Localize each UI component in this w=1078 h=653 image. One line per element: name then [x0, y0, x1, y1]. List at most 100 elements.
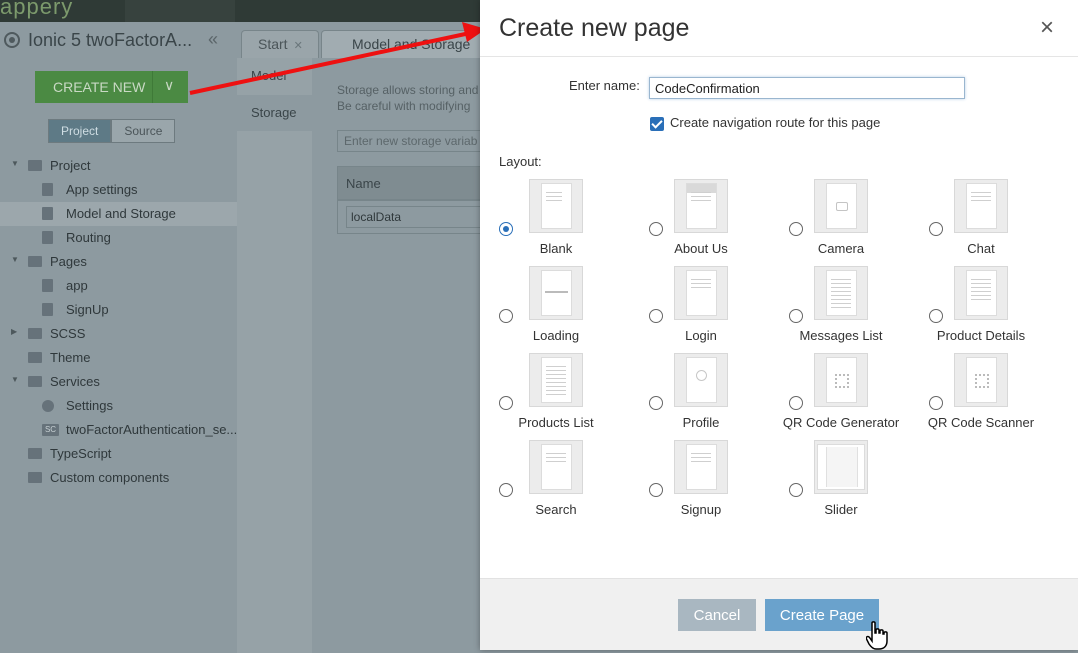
layout-option-about[interactable]: About Us: [649, 179, 789, 264]
expanded-arrow-icon[interactable]: ▼: [11, 159, 19, 168]
collapsed-arrow-icon[interactable]: ▶: [11, 327, 17, 336]
layout-option-chat[interactable]: Chat: [929, 179, 1069, 264]
layout-label-text: Signup: [680, 502, 722, 517]
layout-thumbnail[interactable]: [674, 266, 728, 320]
tab-model-storage[interactable]: Model and Storage: [321, 30, 491, 58]
panel-tabs: Project Source: [48, 119, 176, 143]
layout-option-signup[interactable]: Signup: [649, 440, 789, 525]
layout-radio[interactable]: [499, 483, 513, 497]
tree-item-label: Custom components: [50, 470, 170, 485]
gear-icon: [42, 400, 54, 412]
layout-thumbnail[interactable]: [954, 179, 1008, 233]
tree-item[interactable]: Settings: [0, 394, 237, 418]
layout-label-text: Search: [535, 502, 577, 517]
layout-label-text: Blank: [539, 241, 573, 256]
layout-thumbnail[interactable]: [529, 353, 583, 407]
tree-item[interactable]: Theme: [0, 346, 237, 370]
layout-radio[interactable]: [649, 222, 663, 236]
layout-label-text: Profile: [682, 415, 720, 430]
layout-option-products[interactable]: Products List: [499, 353, 639, 438]
expanded-arrow-icon[interactable]: ▼: [11, 375, 19, 384]
tab-start-label: Start: [258, 36, 288, 52]
storage-subnav: Model Storage: [237, 58, 312, 653]
tab-project[interactable]: Project: [48, 119, 112, 143]
layout-option-messages[interactable]: Messages List: [789, 266, 929, 351]
layout-radio[interactable]: [649, 483, 663, 497]
create-page-button[interactable]: Create Page: [765, 599, 879, 631]
tree-item[interactable]: app: [0, 274, 237, 298]
layout-radio[interactable]: [789, 309, 803, 323]
layout-option-slider[interactable]: Slider: [789, 440, 929, 525]
layout-thumbnail[interactable]: [529, 440, 583, 494]
tree-item[interactable]: TypeScript: [0, 442, 237, 466]
tree-item[interactable]: Custom components: [0, 466, 237, 490]
layout-thumbnail[interactable]: [529, 179, 583, 233]
tree-item[interactable]: ▶ SCSS: [0, 322, 237, 346]
subnav-storage[interactable]: Storage: [237, 95, 312, 131]
layout-radio[interactable]: [929, 396, 943, 410]
close-tab-icon[interactable]: ✕: [294, 40, 303, 52]
tree-item[interactable]: ▼ Project: [0, 154, 237, 178]
layout-thumbnail[interactable]: [674, 440, 728, 494]
layout-thumbnail[interactable]: [814, 440, 868, 494]
layout-thumbnail[interactable]: [814, 353, 868, 407]
create-new-label: CREATE NEW: [53, 79, 146, 95]
layout-thumbnail[interactable]: [954, 266, 1008, 320]
layout-option-loading[interactable]: Loading: [499, 266, 639, 351]
subnav-model[interactable]: Model: [237, 58, 312, 94]
collapse-sidebar-icon[interactable]: «: [208, 29, 218, 50]
layout-radio[interactable]: [929, 309, 943, 323]
layout-radio[interactable]: [499, 396, 513, 410]
layout-thumbnail[interactable]: [954, 353, 1008, 407]
nav-route-checkbox[interactable]: [650, 117, 664, 131]
tab-start[interactable]: Start ✕: [241, 30, 319, 58]
tree-item[interactable]: ▼ Pages: [0, 250, 237, 274]
close-icon[interactable]: ×: [1040, 16, 1054, 40]
create-new-dropdown[interactable]: ∨: [152, 71, 188, 103]
layout-option-product[interactable]: Product Details: [929, 266, 1069, 351]
layout-radio[interactable]: [789, 222, 803, 236]
layout-option-qrscan[interactable]: QR Code Scanner: [928, 353, 1069, 438]
storage-name-field[interactable]: localData: [346, 206, 481, 228]
tree-item[interactable]: Model and Storage: [0, 202, 237, 226]
layout-thumbnail[interactable]: [674, 179, 728, 233]
layout-label-text: About Us: [674, 241, 728, 256]
folder-icon: [28, 328, 42, 339]
layout-radio[interactable]: [649, 396, 663, 410]
layout-label-text: QR Code Generator: [782, 415, 900, 430]
layout-radio[interactable]: [499, 222, 513, 236]
layout-option-qrgen[interactable]: QR Code Generator: [783, 353, 929, 438]
create-new-button[interactable]: CREATE NEW ∨: [35, 71, 188, 103]
tree-item-label: Project: [50, 158, 91, 173]
layout-thumbnail[interactable]: [814, 266, 868, 320]
layout-label-text: Messages List: [799, 328, 883, 343]
tree-item-label: Services: [50, 374, 100, 389]
tab-source[interactable]: Source: [111, 119, 176, 143]
layout-option-blank[interactable]: Blank: [499, 179, 639, 264]
project-header: Ionic 5 twoFactorA... «: [0, 22, 237, 60]
layout-option-login[interactable]: Login: [649, 266, 789, 351]
tree-item[interactable]: SignUp: [0, 298, 237, 322]
tree-item[interactable]: SC twoFactorAuthentication_se...: [0, 418, 237, 442]
layout-radio[interactable]: [929, 222, 943, 236]
page-name-input[interactable]: [649, 77, 965, 99]
layout-thumbnail[interactable]: [529, 266, 583, 320]
layout-thumbnail[interactable]: [814, 179, 868, 233]
storage-variable-input[interactable]: Enter new storage variab: [337, 130, 487, 152]
layout-option-profile[interactable]: Profile: [649, 353, 789, 438]
layout-label-text: Login: [685, 328, 717, 343]
tree-item[interactable]: ▼ Services: [0, 370, 237, 394]
layout-radio[interactable]: [789, 483, 803, 497]
layout-radio[interactable]: [499, 309, 513, 323]
layout-thumbnail[interactable]: [674, 353, 728, 407]
cancel-button[interactable]: Cancel: [678, 599, 756, 631]
layout-option-camera[interactable]: Camera: [789, 179, 929, 264]
tree-item-label: Theme: [50, 350, 91, 365]
tree-item[interactable]: App settings: [0, 178, 237, 202]
folder-icon: [28, 256, 42, 267]
layout-option-search[interactable]: Search: [499, 440, 639, 525]
expanded-arrow-icon[interactable]: ▼: [11, 255, 19, 264]
layout-radio[interactable]: [649, 309, 663, 323]
tree-item[interactable]: Routing: [0, 226, 237, 250]
layout-radio[interactable]: [789, 396, 803, 410]
